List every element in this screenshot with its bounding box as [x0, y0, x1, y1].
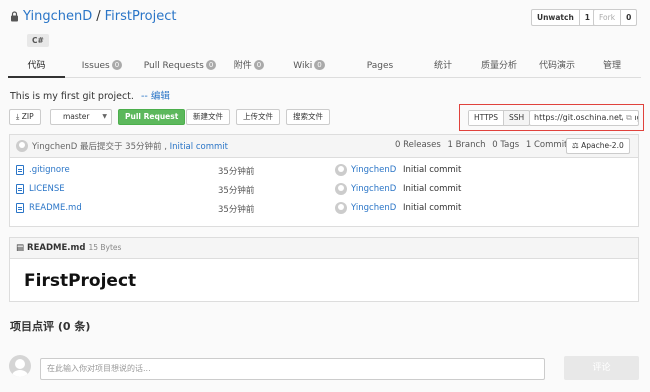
tab-manage[interactable]: 管理 [597, 57, 627, 78]
file-name-link[interactable]: LICENSE [29, 184, 65, 194]
tab-quality-analysis[interactable]: 质量分析 [477, 57, 521, 78]
tab-code-demo[interactable]: 代码演示 [535, 57, 579, 78]
file-time: 35分钟前 [218, 167, 255, 177]
pull-request-button[interactable]: Pull Request [118, 109, 186, 125]
tab-pages[interactable]: Pages [361, 57, 399, 78]
readme-filename: README.md [27, 243, 86, 253]
book-icon: ▤ [16, 243, 25, 253]
clone-url-box: HTTPS SSH https://git.oschina.net/Yingch… [459, 104, 644, 131]
file-list-panel: YingchenD 最后提交于 35分钟前 , Initial commit 0… [9, 134, 639, 227]
download-icon: ⤓ [16, 112, 20, 121]
repo-title: YingchenD / FirstProject [10, 9, 176, 24]
releases-link[interactable]: 0 Releases [395, 140, 441, 150]
description-text: This is my first git project. [10, 91, 134, 102]
new-file-button[interactable]: 新建文件 [186, 109, 230, 125]
readme-panel: ▤ README.md 15 Bytes FirstProject [9, 237, 639, 302]
fork-count[interactable]: 0 [620, 10, 636, 25]
search-files-button[interactable]: 搜索文件 [286, 109, 330, 125]
file-icon [16, 184, 24, 194]
file-icon [16, 165, 24, 175]
branch-select[interactable]: master ▼ [50, 109, 112, 125]
readme-size: 15 Bytes [88, 243, 122, 252]
fork-button[interactable]: Fork [594, 10, 620, 25]
issues-count-badge: 0 [111, 60, 123, 70]
unwatch-button[interactable]: Unwatch [532, 10, 579, 25]
readme-header: ▤ README.md 15 Bytes [10, 238, 638, 259]
file-commit-message[interactable]: Initial commit [403, 184, 461, 194]
tab-attachments[interactable]: 附件 0 [231, 57, 267, 78]
tab-wiki[interactable]: Wiki 0 [291, 57, 327, 78]
file-commit-user-link[interactable]: YingchenD [351, 184, 396, 194]
comments-title: 项目点评 (0 条) [10, 320, 91, 333]
avatar [16, 140, 28, 152]
file-name-link[interactable]: README.md [29, 203, 82, 213]
zip-download-button[interactable]: ⤓ ZIP [9, 109, 41, 125]
file-time: 35分钟前 [218, 205, 255, 215]
file-time: 35分钟前 [218, 186, 255, 196]
tab-issues[interactable]: Issues 0 [78, 57, 126, 78]
branch-name: master [63, 112, 90, 121]
repo-tabs: 代码 Issues 0 Pull Requests 0 附件 0 Wiki 0 Page… [8, 57, 641, 78]
file-commit-message[interactable]: Initial commit [403, 165, 461, 175]
last-commit-user[interactable]: YingchenD [32, 142, 77, 152]
repo-separator: / [96, 9, 101, 24]
clone-url-field[interactable]: https://git.oschina.net/YingchenD/FirstP… [529, 110, 639, 126]
edit-description-link[interactable]: -- 编辑 [141, 91, 170, 102]
avatar [335, 164, 347, 176]
table-row: .gitignore 35分钟前 YingchenD Initial commi… [10, 162, 638, 181]
repo-stats: 0 Releases 1 Branch 0 Tags 1 Commit [395, 140, 571, 150]
submit-comment-button[interactable]: 评论 [564, 356, 639, 380]
watch-button-group[interactable]: Unwatch 1 [531, 9, 597, 26]
avatar [335, 183, 347, 195]
last-commit-message-link[interactable]: Initial commit [170, 142, 228, 152]
https-button[interactable]: HTTPS [469, 111, 503, 125]
license-button[interactable]: ⚖ Apache-2.0 [566, 138, 630, 154]
attachments-count-badge: 0 [253, 60, 265, 70]
comment-input[interactable]: 在此输入你对项目想说的话... [40, 358, 545, 380]
last-commit-time: 最后提交于 35分钟前 [79, 142, 162, 152]
file-commit-message[interactable]: Initial commit [403, 203, 461, 213]
scale-icon: ⚖ [572, 141, 579, 150]
ssh-button[interactable]: SSH [502, 111, 529, 125]
protocol-toggle: HTTPS SSH [468, 110, 531, 126]
tags-link[interactable]: 0 Tags [492, 140, 519, 150]
table-row: LICENSE 35分钟前 YingchenD Initial commit [10, 181, 638, 200]
language-badge: C# [27, 34, 49, 47]
file-commit-user-link[interactable]: YingchenD [351, 165, 396, 175]
lock-icon [11, 11, 18, 22]
avatar [335, 202, 347, 214]
tab-stats[interactable]: 统计 [427, 57, 459, 78]
commits-link[interactable]: 1 Commit [526, 140, 568, 150]
file-commit-user-link[interactable]: YingchenD [351, 203, 396, 213]
last-commit-info: YingchenD 最后提交于 35分钟前 , Initial commit [32, 142, 228, 152]
branches-link[interactable]: 1 Branch [447, 140, 485, 150]
table-row: README.md 35分钟前 YingchenD Initial commit [10, 200, 638, 219]
fork-button-group[interactable]: Fork 0 [593, 9, 638, 26]
copy-icon[interactable]: ⧉ [623, 111, 635, 125]
tab-code[interactable]: 代码 [8, 57, 65, 78]
last-commit-bar: YingchenD 最后提交于 35分钟前 , Initial commit 0… [10, 135, 638, 158]
file-icon [16, 203, 24, 213]
tab-pull-requests[interactable]: Pull Requests 0 [142, 57, 218, 78]
readme-heading: FirstProject [24, 271, 137, 291]
repo-owner-link[interactable]: YingchenD [23, 9, 92, 24]
wiki-count-badge: 0 [314, 60, 325, 70]
repo-description: This is my first git project. -- 编辑 [10, 88, 170, 102]
pull-requests-count-badge: 0 [205, 60, 217, 70]
chevron-down-icon: ▼ [102, 113, 107, 120]
repo-name-link[interactable]: FirstProject [105, 9, 177, 24]
upload-file-button[interactable]: 上传文件 [236, 109, 280, 125]
avatar [9, 355, 31, 377]
file-name-link[interactable]: .gitignore [29, 165, 70, 175]
